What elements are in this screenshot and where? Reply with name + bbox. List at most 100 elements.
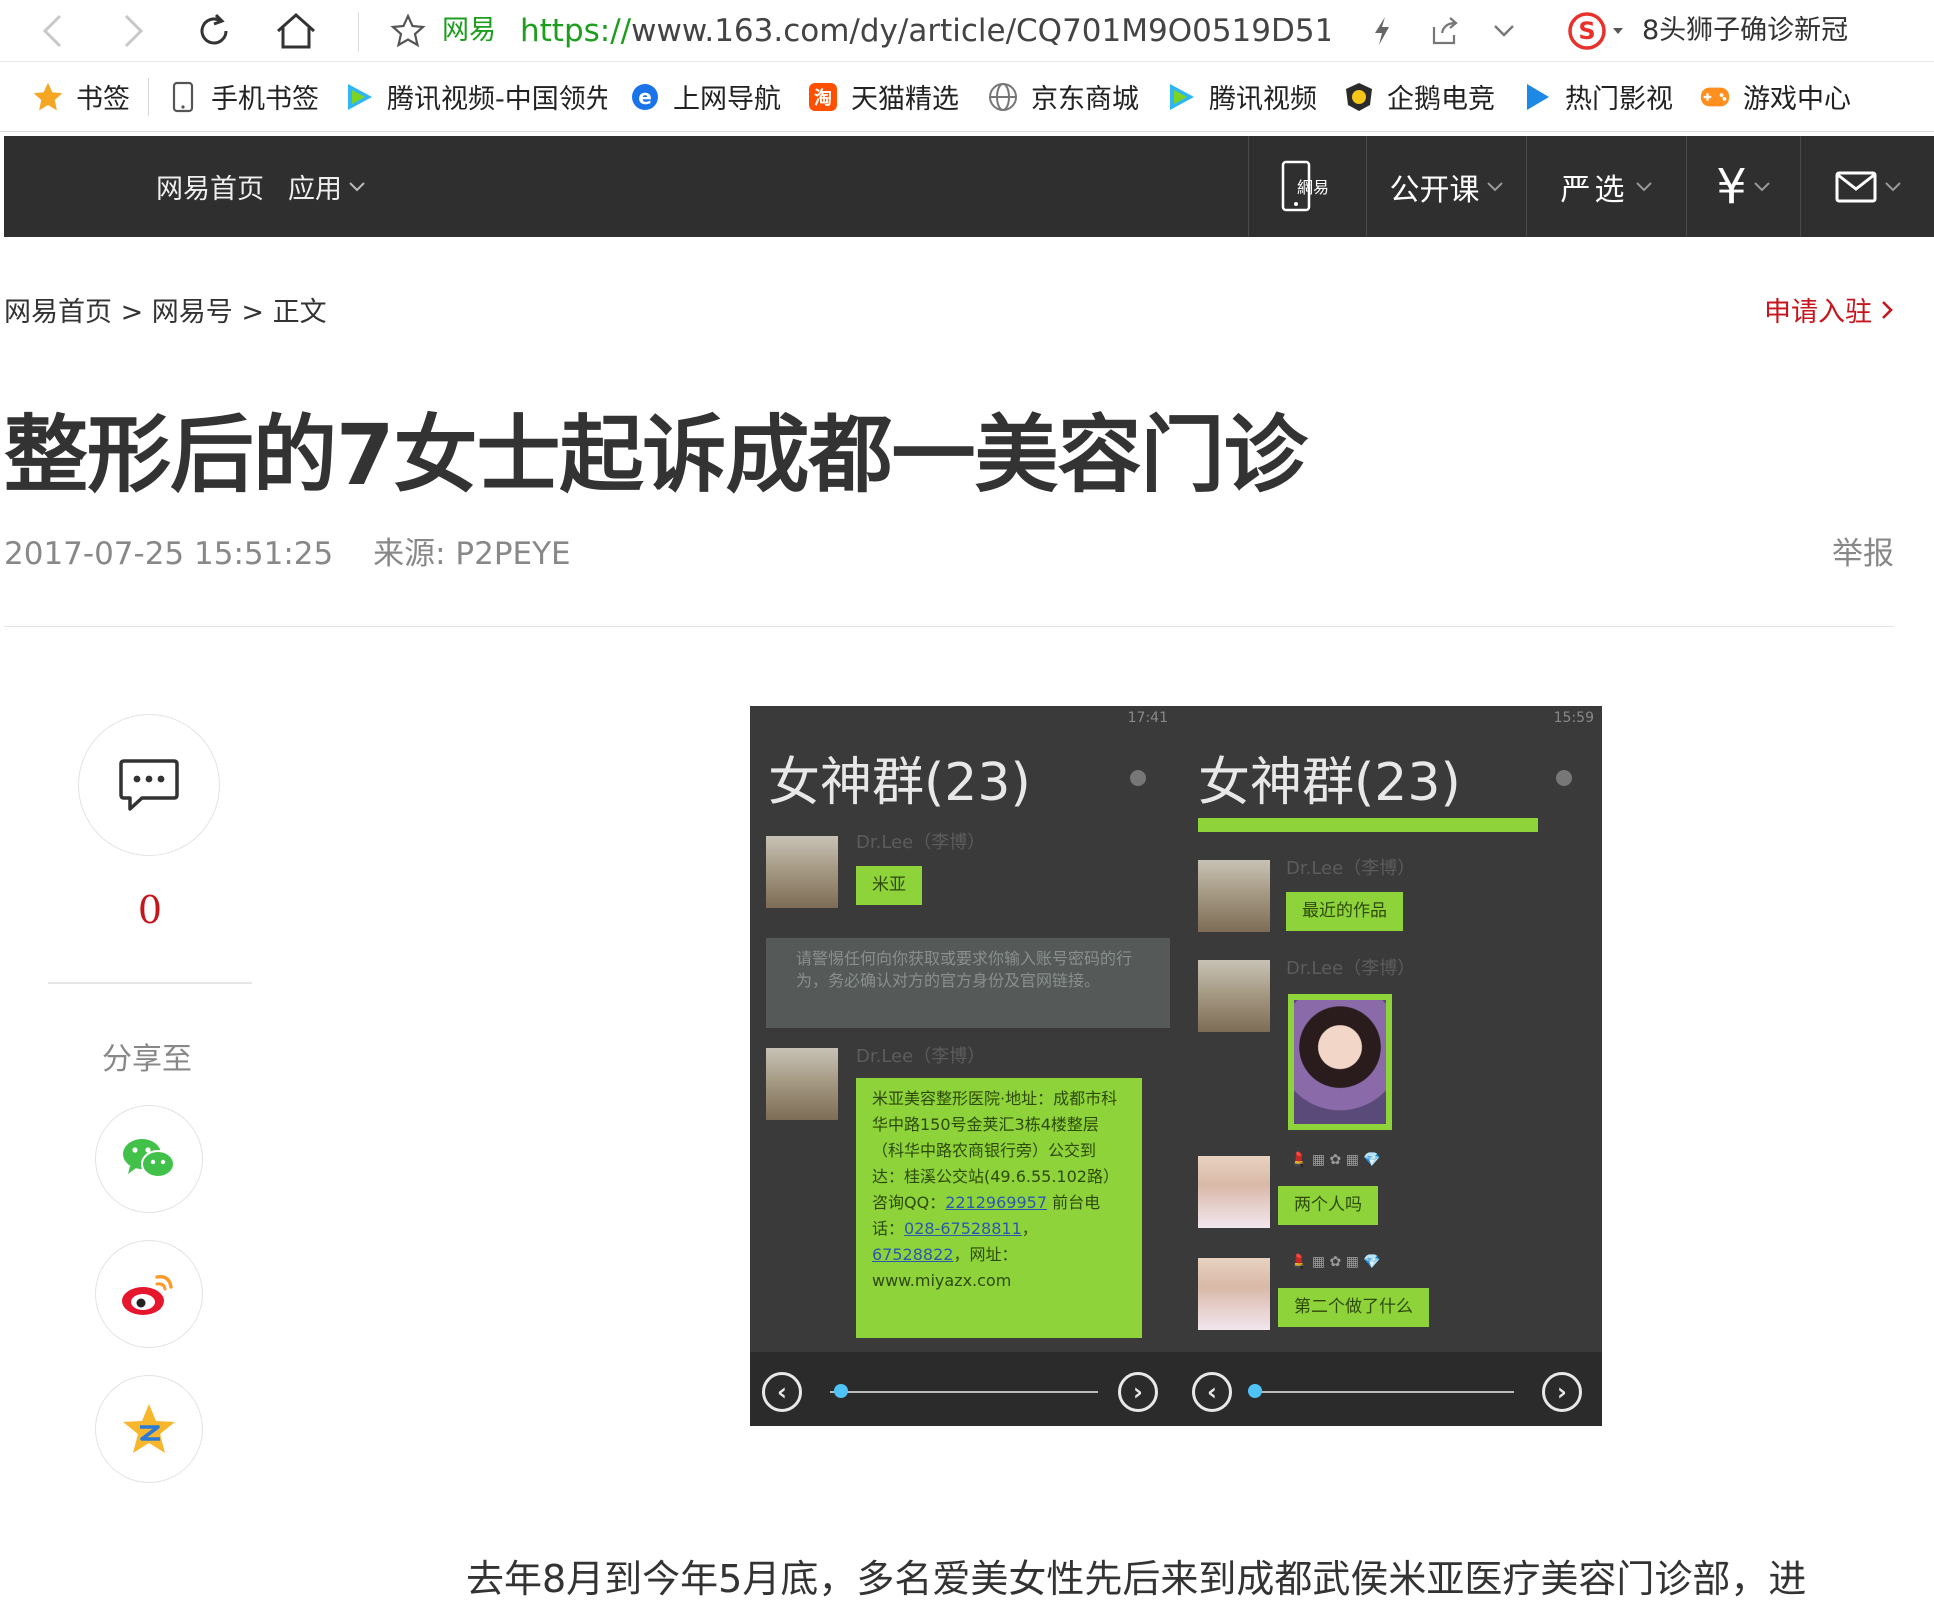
slider-track	[830, 1391, 1098, 1393]
settings-icon	[1130, 770, 1146, 786]
yuan-icon: ¥	[1716, 158, 1747, 215]
avatar	[766, 836, 838, 908]
bookmark-item[interactable]: 手机书签	[167, 62, 319, 132]
address-bar[interactable]: https://www.163.com/dy/article/CQ701M9O0…	[520, 0, 1330, 62]
dropdown-button[interactable]	[1486, 0, 1522, 62]
search-suggestion[interactable]: 8头狮子确诊新冠	[1642, 0, 1848, 62]
article-paragraph: 去年8月到今年5月底，多名爱美女性先后来到成都武侯米亚医疗美容门诊部，进	[466, 1557, 1807, 1601]
nav-mail-menu[interactable]	[1800, 136, 1934, 237]
nav-left: 网易首页 应用	[156, 136, 366, 237]
lightning-icon	[1375, 17, 1389, 45]
chat-group-title: 女神群(23)	[1198, 753, 1461, 813]
bookmark-item[interactable]: 京东商城	[987, 62, 1139, 132]
nav-mobile-button[interactable]: 網易	[1248, 136, 1366, 237]
share-page-button[interactable]	[1424, 0, 1464, 62]
mail-icon	[1835, 171, 1876, 202]
nav-open-course-label: 公开课	[1389, 172, 1480, 208]
weibo-icon	[122, 1275, 173, 1315]
comment-button[interactable]	[78, 714, 220, 856]
speed-mode-button[interactable]	[1364, 0, 1400, 62]
next-icon: ›	[1118, 1372, 1158, 1412]
image-controls: ‹ ›	[1176, 1352, 1602, 1426]
slider-track	[1252, 1391, 1514, 1393]
nav-apps-menu[interactable]: 应用	[288, 167, 366, 206]
chat-bubble: 两个人吗	[1278, 1186, 1378, 1225]
bookmark-item[interactable]: e 上网导航	[629, 62, 781, 132]
share-icon	[1432, 17, 1458, 45]
qzone-star-icon	[123, 1404, 175, 1453]
bookmark-item[interactable]: 热门影视	[1521, 62, 1673, 132]
web-address: www.miyazx.com	[872, 1271, 1012, 1290]
comma: ，	[1021, 1219, 1038, 1238]
article-meta: 2017-07-25 15:51:25 来源: P2PEYE	[4, 528, 571, 573]
share-qzone-button[interactable]	[95, 1375, 203, 1483]
forward-button[interactable]	[112, 0, 156, 62]
nav-open-course-menu[interactable]: 公开课	[1366, 136, 1526, 237]
favorite-button[interactable]	[386, 0, 430, 62]
slider-knob	[1248, 1384, 1262, 1398]
chat-nickname: Dr.Lee（李博）	[1286, 858, 1416, 879]
bookmark-label: 热门影视	[1565, 84, 1673, 115]
nav-yanxuan-menu[interactable]: 严选	[1526, 136, 1686, 237]
article-title: 整形后的7女士起诉成都一美容门诊	[4, 406, 1307, 504]
wechat-icon	[123, 1139, 175, 1178]
bookmark-item[interactable]: 书签	[32, 62, 130, 132]
apply-join-link[interactable]: 申请入驻	[1764, 290, 1894, 329]
side-divider	[48, 982, 252, 984]
bookmark-item[interactable]: 腾讯视频-中国领先	[343, 62, 607, 132]
search-engine-button[interactable]: S	[1566, 0, 1630, 62]
chevron-down-icon	[1635, 181, 1652, 191]
share-weibo-button[interactable]	[95, 1240, 203, 1348]
svg-text:淘: 淘	[814, 87, 832, 109]
bookmark-item[interactable]: 淘 天猫精选	[807, 62, 959, 132]
article-source: 来源: P2PEYE	[373, 536, 571, 572]
chat-nickname: Dr.Lee（李博）	[856, 832, 986, 853]
tencent-video-icon	[343, 81, 375, 113]
penguin-esports-icon	[1343, 81, 1375, 113]
avatar	[1198, 960, 1270, 1032]
chat-nickname: Dr.Lee（李博）	[1286, 958, 1416, 979]
bookmark-label: 腾讯视频-中国领先	[387, 84, 607, 115]
globe-icon	[987, 81, 1019, 113]
bookmark-item[interactable]: 腾讯视频	[1165, 62, 1317, 132]
star-icon	[32, 81, 64, 113]
chat-photo	[1288, 994, 1392, 1130]
avatar	[766, 1048, 838, 1120]
chevron-down-icon	[349, 181, 365, 191]
status-time: 15:59	[1553, 710, 1594, 726]
bookmark-item[interactable]: 游戏中心	[1699, 62, 1851, 132]
bookmark-label: 京东商城	[1031, 84, 1139, 115]
share-wechat-button[interactable]	[95, 1105, 203, 1213]
chat-group-title: 女神群(23)	[768, 753, 1031, 813]
bookmarks-bar: 书签 手机书签 腾讯视频-中国领先 e 上网导航 淘 天猫精选 京东商城 腾讯视…	[0, 62, 1934, 132]
home-button[interactable]	[272, 0, 320, 62]
nav-payment-menu[interactable]: ¥	[1686, 136, 1800, 237]
browser-toolbar: 网易 https://www.163.com/dy/article/CQ701M…	[0, 0, 1934, 62]
chat-emoji-row: 💄 ▦ ✿ ▦ 💎	[1290, 1152, 1381, 1168]
bookmark-item[interactable]: 企鹅电竞	[1343, 62, 1495, 132]
taobao-icon: 淘	[807, 81, 839, 113]
play-icon	[1521, 81, 1553, 113]
chevron-down-icon	[1754, 181, 1770, 191]
tel-link: 028-67528811	[904, 1219, 1022, 1238]
bookmark-label: 手机书签	[211, 84, 319, 115]
article-image: 17:41 女神群(23) Dr.Lee（李博） 米亚 请警惕任何向你获取或要求…	[750, 706, 1602, 1426]
chat-bubble: 第二个做了什么	[1278, 1288, 1429, 1327]
reload-icon	[200, 13, 228, 45]
avatar	[1198, 1258, 1270, 1330]
nav-home-link[interactable]: 网易首页	[156, 167, 264, 206]
chat-bubble: 最近的作品	[1286, 892, 1403, 931]
nav-apps-label: 应用	[288, 174, 342, 205]
back-button[interactable]	[30, 0, 74, 62]
report-link[interactable]: 举报	[1832, 528, 1894, 573]
apply-join-label: 申请入驻	[1764, 297, 1872, 328]
share-label: 分享至	[102, 1042, 192, 1077]
site-navbar: 网易首页 应用 網易 公开课 严选 ¥	[4, 136, 1934, 237]
url-scheme: https://	[520, 13, 632, 49]
breadcrumb[interactable]: 网易首页 > 网易号 > 正文	[4, 290, 327, 329]
portrait-image	[1294, 1000, 1386, 1124]
comment-count[interactable]: 0	[120, 888, 180, 932]
bookmark-separator	[148, 77, 149, 116]
chevron-left-icon	[42, 14, 62, 48]
reload-button[interactable]	[192, 0, 236, 62]
